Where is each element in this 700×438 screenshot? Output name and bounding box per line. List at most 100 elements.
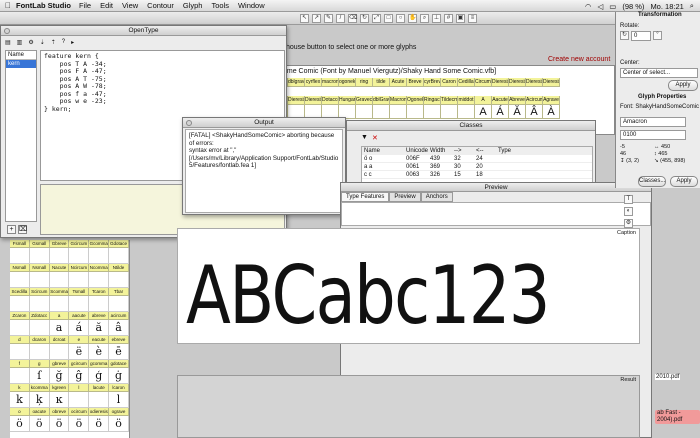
glyph-name-cell[interactable]: Acute [390, 78, 407, 87]
glyph-cell[interactable]: è [89, 344, 110, 360]
glyph-cell[interactable] [10, 296, 30, 312]
glyph-cell[interactable] [49, 272, 70, 288]
glyph-name-cell[interactable]: gcircum [69, 360, 90, 368]
run-icon[interactable]: ▸ [71, 39, 74, 46]
glyph-name-cell[interactable]: A [475, 96, 492, 105]
classes-button[interactable]: Classes... [638, 176, 666, 187]
glyph-cell[interactable]: ġ [109, 368, 129, 384]
menu-file[interactable]: File [79, 1, 91, 10]
rotate-mode-icon[interactable]: ↻ [620, 31, 629, 40]
wifi-icon[interactable]: ◠ [585, 2, 592, 11]
glyph-cell[interactable] [407, 105, 424, 119]
glyph-name-cell[interactable]: middot [458, 96, 475, 105]
glyph-name-cell[interactable]: Gdotace [109, 240, 129, 248]
spotlight-icon[interactable]: ⌕ [690, 1, 694, 11]
glyph-name-cell[interactable]: Caron [441, 78, 458, 87]
col-width[interactable]: Width [430, 147, 454, 154]
glyph-name-cell[interactable]: Gravecm [356, 96, 373, 105]
glyph-cell[interactable]: ö [109, 416, 129, 432]
glyph-name-cell[interactable]: ograve [109, 408, 129, 416]
glyph-name-cell[interactable]: Aacute [492, 96, 509, 105]
close-icon[interactable] [4, 28, 10, 34]
rotate-tool-icon[interactable]: ↻ [360, 13, 369, 23]
glyph-cell[interactable]: A [475, 105, 492, 119]
glyph-name-cell[interactable]: Zdotacc [29, 312, 50, 320]
preview-text-area[interactable]: Caption ABCabc123 [177, 228, 640, 344]
glyph-name-cell[interactable]: Scircum [29, 288, 50, 296]
glyph-name-cell[interactable]: Scomma [49, 288, 70, 296]
glyph-name-cell[interactable]: kgreen [49, 384, 70, 392]
layers-tool-icon[interactable]: ≡ [468, 13, 477, 23]
glyph-cell[interactable]: Â [526, 105, 543, 119]
col-name[interactable]: Name [362, 147, 406, 154]
glyph-cell[interactable]: ĝ [69, 368, 90, 384]
table-row[interactable]: a a 0061 369 30 20 [362, 163, 592, 171]
glyph-name-cell[interactable]: d [10, 336, 30, 344]
glyph-cell[interactable] [29, 248, 50, 264]
glyph-name-cell[interactable]: Agrave [543, 96, 560, 105]
compile-icon[interactable]: ⚙ [28, 39, 33, 46]
glyph-cell[interactable] [89, 296, 110, 312]
help-icon[interactable]: ? [62, 39, 65, 45]
glyph-cell[interactable]: ö [29, 416, 50, 432]
glyph-name-cell[interactable]: oacute [29, 408, 50, 416]
glyph-name-cell[interactable]: e [69, 336, 90, 344]
settings-tool-icon[interactable]: ⚙ [624, 219, 633, 228]
glyph-cell[interactable]: ķ [29, 392, 50, 408]
center-select[interactable]: Center of select... [620, 68, 698, 78]
glyph-name-cell[interactable]: gcomma [89, 360, 110, 368]
glyph-cell[interactable]: ë [69, 344, 90, 360]
measure-tool-icon[interactable]: ⊥ [432, 13, 441, 23]
menu-glyph[interactable]: Glyph [183, 1, 203, 10]
glyph-name-cell[interactable]: Tbar [109, 288, 129, 296]
glyph-cell[interactable] [109, 272, 129, 288]
glyph-name-field[interactable]: Amacron [620, 117, 686, 127]
glyph-cell[interactable] [109, 248, 129, 264]
glyph-name-cell[interactable]: o [10, 408, 30, 416]
glyph-name-cell[interactable]: tilde [373, 78, 390, 87]
ellipse-tool-icon[interactable]: ○ [396, 13, 405, 23]
zoom-tool-icon[interactable]: ⌕ [420, 13, 429, 23]
add-feature-button[interactable]: + [7, 225, 16, 234]
glyph-name-cell[interactable]: Dotacce [322, 96, 339, 105]
glyph-name-cell[interactable]: Tildecm [441, 96, 458, 105]
glyph-name-cell[interactable]: Ringacu [424, 96, 441, 105]
features-pane[interactable] [341, 202, 651, 226]
hand-tool-icon[interactable]: ✋ [408, 13, 417, 23]
glyph-name-cell[interactable]: lcaron [109, 384, 129, 392]
glyph-name-cell[interactable]: ebreve [109, 336, 129, 344]
feature-kern-item[interactable]: kern [6, 60, 36, 68]
glyph-name-cell[interactable]: obreve [49, 408, 70, 416]
rectangle-tool-icon[interactable]: □ [384, 13, 393, 23]
glyph-cell[interactable]: ģ [89, 368, 110, 384]
export-icon[interactable]: ⇡ [51, 39, 56, 46]
glyph-cell[interactable] [109, 296, 129, 312]
tab-preview[interactable]: Preview [389, 192, 421, 202]
glyph-cell[interactable] [69, 392, 90, 408]
edit-tool-icon[interactable]: ↗ [312, 13, 321, 23]
glyph-cell[interactable]: â [109, 320, 129, 336]
rotate-input[interactable]: 0 [631, 31, 651, 41]
glyph-name-cell[interactable]: Nacute [49, 264, 70, 272]
glyph-cell[interactable] [441, 105, 458, 119]
glyph-name-cell[interactable]: f [10, 360, 30, 368]
glyph-name-cell[interactable]: Tsmall [69, 288, 90, 296]
glyph-name-cell[interactable]: Hungaru [339, 96, 356, 105]
glyph-apply-button[interactable]: Apply [670, 176, 698, 187]
degree-stepper-icon[interactable]: ° [653, 31, 662, 40]
glyph-cell[interactable] [10, 248, 30, 264]
glyph-name-cell[interactable]: Cedilla [458, 78, 475, 87]
glyph-cell[interactable] [69, 296, 90, 312]
glyph-name-cell[interactable]: ring [356, 78, 373, 87]
glyph-cell[interactable] [89, 392, 110, 408]
glyph-cell[interactable]: ſ [29, 368, 50, 384]
table-row[interactable]: ö o 006F 439 32 24 [362, 155, 592, 163]
glyph-name-cell[interactable]: Dieresis [492, 78, 509, 87]
glyph-cell[interactable]: á [69, 320, 90, 336]
preview-title-bar[interactable]: Preview [341, 183, 651, 192]
save-file-icon[interactable]: ▥ [17, 39, 23, 46]
col-lsb[interactable]: --> [454, 147, 476, 154]
glyph-cell[interactable] [69, 248, 90, 264]
glyph-name-cell[interactable]: Circumflex [475, 78, 492, 87]
col-rsb[interactable]: <-- [476, 147, 498, 154]
